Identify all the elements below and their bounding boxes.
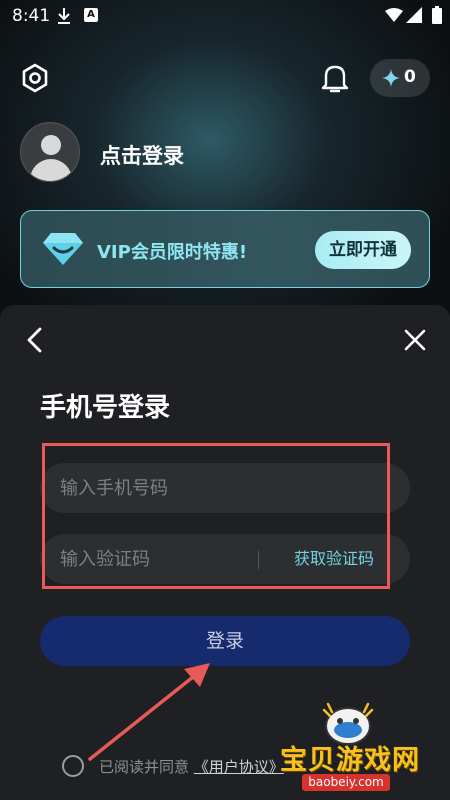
spark-icon	[382, 69, 400, 87]
annotation-highlight-box	[42, 443, 390, 589]
signal-icon	[406, 7, 422, 23]
agreement-radio[interactable]	[62, 755, 84, 777]
watermark-url: baobeiy.com	[302, 774, 390, 791]
vip-open-button[interactable]: 立即开通	[315, 231, 411, 269]
login-prompt[interactable]: 点击登录	[100, 140, 184, 170]
avatar-body	[30, 159, 72, 181]
status-bar: 8:41 A	[0, 0, 450, 34]
wifi-icon	[385, 8, 403, 22]
points-pill[interactable]: 0	[370, 59, 430, 97]
settings-icon[interactable]	[20, 63, 50, 93]
watermark-brand: 宝贝游戏网	[280, 745, 420, 776]
vip-banner[interactable]: VIP会员限时特惠! 立即开通	[20, 210, 430, 288]
bell-icon[interactable]	[320, 62, 350, 94]
avatar[interactable]	[20, 122, 80, 182]
battery-icon	[432, 6, 442, 24]
user-agreement-link[interactable]: 《用户协议》	[194, 758, 284, 776]
back-icon[interactable]	[24, 327, 46, 353]
annotation-arrow	[88, 663, 210, 761]
diamond-icon	[43, 233, 83, 265]
agreement-text: 已阅读并同意 《用户协议》	[99, 756, 284, 777]
notification-a-icon: A	[84, 8, 98, 22]
vip-text: VIP会员限时特惠!	[97, 242, 248, 263]
close-icon[interactable]	[403, 328, 427, 352]
watermark-logo: 宝贝游戏网 baobeiy.com	[280, 700, 450, 800]
points-count: 0	[404, 67, 416, 87]
status-time: 8:41	[12, 6, 51, 26]
download-icon	[58, 8, 70, 24]
avatar-head	[41, 135, 61, 155]
sheet-title: 手机号登录	[40, 393, 171, 423]
agreement-prefix: 已阅读并同意	[99, 758, 190, 776]
